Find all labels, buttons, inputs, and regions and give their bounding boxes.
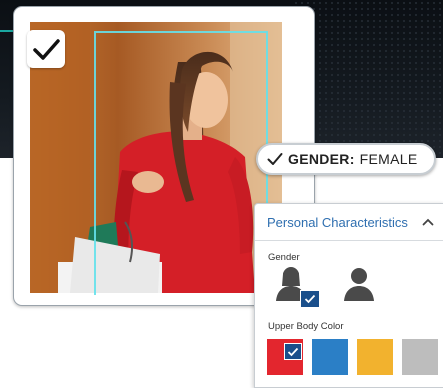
checkmark-icon [304,294,316,304]
checkmark-icon [267,153,283,165]
color-swatch-red[interactable] [267,339,303,375]
checkmark-icon [33,39,60,60]
upper-body-color-swatches [267,339,438,375]
detection-frame [94,31,268,295]
gender-label: Gender [268,252,300,263]
gender-options [274,266,382,308]
checkmark-icon [287,347,299,356]
gender-tag: GENDER: FEMALE [256,143,436,175]
gender-option-female[interactable] [274,266,320,308]
gender-tag-key: GENDER: [288,151,355,167]
panel-header[interactable]: Personal Characteristics [255,204,443,241]
male-person-icon [344,268,374,301]
color-swatch-yellow[interactable] [357,339,393,375]
selected-check-badge [284,343,302,360]
select-checkbox[interactable] [27,30,65,68]
personal-characteristics-panel: Personal Characteristics Gender Upper Bo… [254,203,443,388]
color-swatch-blue[interactable] [312,339,348,375]
selected-check-badge [300,290,320,308]
chevron-up-icon[interactable] [422,218,434,226]
color-swatch-gray[interactable] [402,339,438,375]
gender-tag-value: FEMALE [359,151,418,167]
gender-option-male[interactable] [342,266,382,302]
upper-body-color-label: Upper Body Color [268,321,344,332]
panel-title: Personal Characteristics [267,214,408,230]
